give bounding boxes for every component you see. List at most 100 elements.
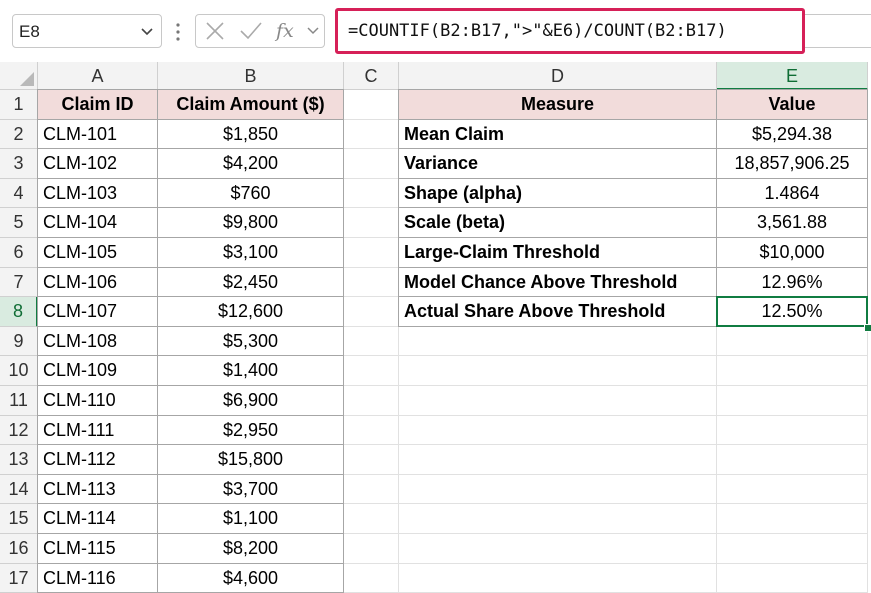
formula-bar-extension[interactable] xyxy=(805,14,871,48)
claim-amount-cell[interactable]: $4,200 xyxy=(157,148,344,179)
claim-id-cell[interactable]: CLM-112 xyxy=(37,444,158,475)
row-header-14[interactable]: 14 xyxy=(0,474,38,505)
claim-id-cell[interactable]: CLM-111 xyxy=(37,414,158,446)
row-header-10[interactable]: 10 xyxy=(0,356,38,386)
grid-cell[interactable] xyxy=(717,356,868,386)
row-header-7[interactable]: 7 xyxy=(0,267,38,298)
row-header-9[interactable]: 9 xyxy=(0,326,38,357)
claim-id-cell[interactable]: CLM-110 xyxy=(37,385,158,416)
row-header-2[interactable]: 2 xyxy=(0,119,38,150)
claim-id-cell[interactable]: CLM-113 xyxy=(37,473,158,505)
claim-amount-cell[interactable]: $3,700 xyxy=(157,473,344,505)
grid-cell[interactable] xyxy=(344,356,399,386)
claim-amount-cell[interactable]: $1,100 xyxy=(157,503,344,534)
grid-cell[interactable] xyxy=(717,504,868,534)
grid-cell[interactable] xyxy=(344,178,399,209)
grid-cell[interactable] xyxy=(344,238,399,268)
grid-cell[interactable] xyxy=(399,504,717,534)
chevron-down-icon[interactable] xyxy=(137,21,157,41)
grid-cell[interactable] xyxy=(399,356,717,386)
measure-value-cell[interactable]: $10,000 xyxy=(716,237,868,268)
row-header-4[interactable]: 4 xyxy=(0,178,38,209)
more-options-icon[interactable] xyxy=(170,17,186,47)
grid-cell[interactable] xyxy=(717,563,868,593)
grid-cell[interactable] xyxy=(344,267,399,298)
claim-id-cell[interactable]: CLM-101 xyxy=(37,118,158,150)
column-header-a[interactable]: A xyxy=(38,62,158,90)
select-all-button[interactable] xyxy=(0,62,38,90)
claim-id-cell[interactable]: CLM-106 xyxy=(37,266,158,298)
active-cell-e8[interactable]: 12.50% xyxy=(716,296,868,327)
row-header-6[interactable]: 6 xyxy=(0,238,38,268)
grid-cell[interactable] xyxy=(344,326,399,357)
claim-amount-cell[interactable]: $15,800 xyxy=(157,444,344,475)
measure-name-cell[interactable]: Large-Claim Threshold xyxy=(398,237,717,268)
grid-cell[interactable] xyxy=(344,534,399,564)
grid-cell[interactable] xyxy=(717,415,868,446)
row-header-11[interactable]: 11 xyxy=(0,386,38,416)
grid-cell[interactable] xyxy=(399,326,717,357)
measure-name-cell[interactable]: Actual Share Above Threshold xyxy=(398,296,717,327)
column-header-c[interactable]: C xyxy=(344,62,399,90)
claim-amount-cell[interactable]: $2,450 xyxy=(157,266,344,298)
claim-amount-cell[interactable]: $5,300 xyxy=(157,325,344,357)
grid-cell[interactable] xyxy=(399,415,717,446)
claim-id-cell[interactable]: CLM-116 xyxy=(37,562,158,593)
row-header-16[interactable]: 16 xyxy=(0,534,38,564)
grid-cell[interactable] xyxy=(717,386,868,416)
measure-value-cell[interactable]: $5,294.38 xyxy=(716,118,868,150)
claim-amount-cell[interactable]: $3,100 xyxy=(157,237,344,268)
row-header-8[interactable]: 8 xyxy=(0,297,38,327)
measure-name-cell[interactable]: Mean Claim xyxy=(398,118,717,150)
column-header-b[interactable]: B xyxy=(158,62,344,90)
grid-cell[interactable] xyxy=(344,90,399,120)
enter-check-icon[interactable] xyxy=(238,15,264,47)
row-header-13[interactable]: 13 xyxy=(0,445,38,475)
grid-cell[interactable] xyxy=(344,208,399,238)
grid-cell[interactable] xyxy=(717,326,868,357)
claim-amount-cell[interactable]: $760 xyxy=(157,177,344,209)
claim-id-cell[interactable]: CLM-103 xyxy=(37,177,158,209)
claim-amount-cell[interactable]: $1,850 xyxy=(157,118,344,150)
formula-input[interactable]: =COUNTIF(B2:B17,">"&E6)/COUNT(B2:B17) xyxy=(335,8,805,54)
row-header-3[interactable]: 3 xyxy=(0,149,38,179)
measure-value-cell[interactable]: 1.4864 xyxy=(716,177,868,209)
claim-amount-cell[interactable]: $12,600 xyxy=(157,296,344,327)
value-header[interactable]: Value xyxy=(716,89,868,120)
grid-cell[interactable] xyxy=(399,445,717,475)
column-header-d[interactable]: D xyxy=(399,62,717,90)
grid-cell[interactable] xyxy=(344,504,399,534)
row-header-12[interactable]: 12 xyxy=(0,415,38,446)
measure-name-cell[interactable]: Model Chance Above Threshold xyxy=(398,266,717,298)
claim-id-cell[interactable]: CLM-107 xyxy=(37,296,158,327)
chevron-down-icon[interactable] xyxy=(304,15,322,47)
grid-cell[interactable] xyxy=(344,119,399,150)
claim-amount-cell[interactable]: $2,950 xyxy=(157,414,344,446)
claim-id-cell[interactable]: CLM-115 xyxy=(37,533,158,564)
claim-amount-cell[interactable]: $1,400 xyxy=(157,355,344,386)
grid-cell[interactable] xyxy=(344,445,399,475)
measure-header[interactable]: Measure xyxy=(398,89,717,120)
grid-cell[interactable] xyxy=(344,415,399,446)
claim-id-cell[interactable]: CLM-104 xyxy=(37,207,158,238)
claim-id-cell[interactable]: CLM-108 xyxy=(37,325,158,357)
claim-amount-cell[interactable]: $8,200 xyxy=(157,533,344,564)
claim-amount-cell[interactable]: $4,600 xyxy=(157,562,344,593)
measure-name-cell[interactable]: Shape (alpha) xyxy=(398,177,717,209)
grid-cell[interactable] xyxy=(399,534,717,564)
measure-name-cell[interactable]: Scale (beta) xyxy=(398,207,717,238)
claim-id-cell[interactable]: CLM-109 xyxy=(37,355,158,386)
grid-cell[interactable] xyxy=(399,386,717,416)
column-header-e[interactable]: E xyxy=(717,62,868,90)
measure-value-cell[interactable]: 12.96% xyxy=(716,266,868,298)
row-header-5[interactable]: 5 xyxy=(0,208,38,238)
grid-cell[interactable] xyxy=(344,474,399,505)
claim-amount-cell[interactable]: $9,800 xyxy=(157,207,344,238)
grid-cell[interactable] xyxy=(344,563,399,593)
grid-cell[interactable] xyxy=(717,474,868,505)
name-box-value[interactable]: E8 xyxy=(19,22,40,42)
measure-value-cell[interactable]: 3,561.88 xyxy=(716,207,868,238)
measure-name-cell[interactable]: Variance xyxy=(398,148,717,179)
grid-cell[interactable] xyxy=(344,386,399,416)
claim-amount-cell[interactable]: $6,900 xyxy=(157,385,344,416)
